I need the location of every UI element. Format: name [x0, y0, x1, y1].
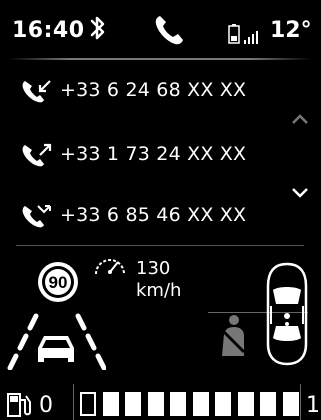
fuel-segment [125, 392, 141, 416]
speed-limit-value: 90 [49, 273, 68, 292]
call-number: +33 6 24 68 XX XX [60, 79, 247, 101]
fuel-segment [282, 392, 299, 416]
divider [8, 58, 312, 60]
fuel-segment [170, 392, 186, 416]
fuel-segment [80, 392, 96, 416]
fuel-max-label: 1 [306, 393, 320, 418]
speed-limit-sign: 90 [38, 262, 78, 302]
incoming-call-icon [22, 80, 51, 103]
bluetooth-icon [90, 16, 105, 40]
lane-assist-icon [7, 313, 106, 370]
fuel-pump-icon [7, 393, 31, 417]
missed-call-icon [22, 205, 51, 228]
outside-temperature: 12° [270, 18, 312, 43]
call-list-item[interactable]: +33 1 73 24 XX XX [20, 139, 246, 169]
signal-icon [244, 31, 258, 44]
fuel-segment [192, 392, 209, 416]
divider [300, 384, 301, 420]
outgoing-call-icon [22, 143, 52, 167]
call-list-item[interactable]: +33 6 24 68 XX XX [20, 75, 246, 105]
clock: 16:40 [12, 18, 85, 43]
call-list-item[interactable]: +33 6 85 46 XX XX [20, 200, 246, 230]
chevron-down-icon[interactable] [290, 186, 310, 200]
fuel-segment [237, 392, 254, 416]
divider [16, 245, 304, 246]
speedometer-icon [95, 259, 125, 275]
seatbelt-icon [222, 315, 246, 356]
status-bar: 16:40 12° [0, 0, 321, 60]
call-number: +33 6 85 46 XX XX [60, 204, 247, 226]
divider [73, 384, 74, 420]
battery-icon [228, 24, 240, 44]
car-top-view-icon [266, 262, 308, 366]
fuel-min-label: 0 [39, 393, 53, 418]
phone-icon[interactable] [152, 12, 188, 48]
call-number: +33 1 73 24 XX XX [60, 143, 247, 165]
fuel-segment [260, 392, 276, 416]
dashboard-screen: 16:40 12° +33 6 24 68 XX XX +33 1 73 24 … [0, 0, 321, 420]
speed-value: 130 [136, 258, 171, 279]
fuel-segment [215, 392, 231, 416]
chevron-up-icon[interactable] [290, 112, 310, 126]
speed-unit: km/h [136, 280, 182, 301]
fuel-segment [147, 392, 164, 416]
fuel-segment [102, 392, 119, 416]
